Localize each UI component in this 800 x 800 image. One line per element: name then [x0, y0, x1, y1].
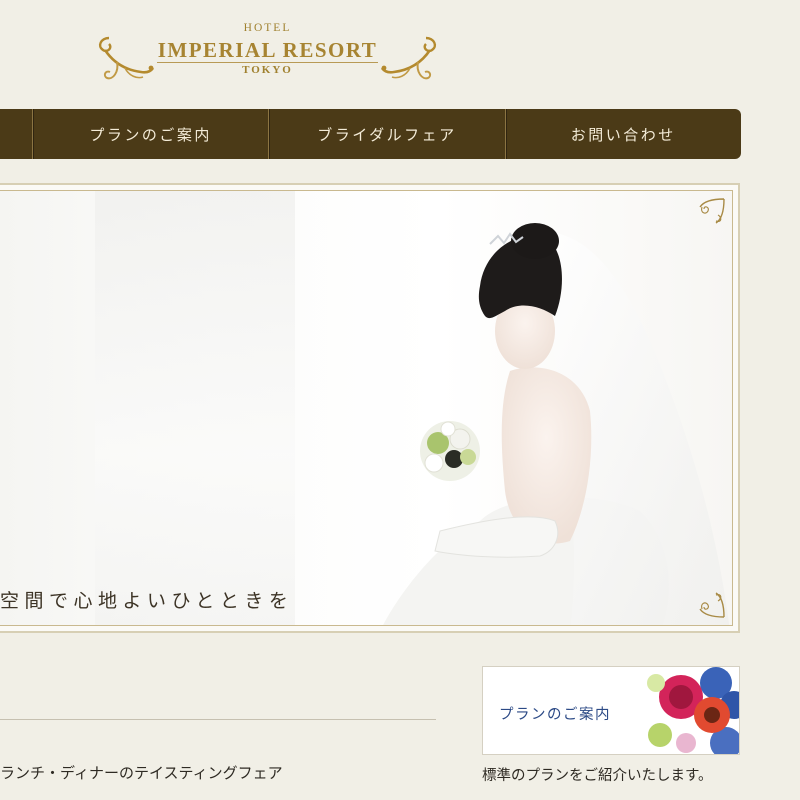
nav-item-bridal-fair[interactable]: ブライダルフェア — [269, 109, 504, 159]
ornament-corner-icon — [699, 592, 725, 618]
nav-item-plans[interactable]: プランのご案内 — [33, 109, 268, 159]
section-divider — [0, 719, 436, 720]
ornament-corner-icon — [699, 198, 725, 224]
hero-caption: 空間で心地よいひとときを — [0, 590, 294, 612]
nav-item-partial[interactable] — [0, 109, 32, 159]
plan-banner[interactable]: プランのご案内 — [482, 666, 740, 755]
plan-description: 標準のプランをご紹介いたします。 — [482, 768, 713, 784]
logo-rule — [157, 62, 378, 63]
plan-banner-label: プランのご案内 — [499, 707, 611, 723]
main-nav: プランのご案内 ブライダルフェア お問い合わせ — [0, 109, 741, 159]
nav-item-contact[interactable]: お問い合わせ — [506, 109, 741, 159]
hero-slideshow[interactable]: 空間で心地よいひとときを — [0, 183, 740, 633]
hotel-logo[interactable]: HOTEL IMPERIAL RESORT TOKYO — [95, 18, 440, 88]
hero-background-window — [95, 191, 295, 625]
nav-item-label: お問い合わせ — [570, 125, 676, 144]
bouquet — [420, 421, 480, 481]
fair-link[interactable]: ランチ・ディナーのテイスティングフェア — [0, 762, 283, 783]
gold-scroll-ornament-icon — [380, 36, 437, 80]
nav-item-label: ブライダルフェア — [317, 125, 457, 144]
hero-image-area: 空間で心地よいひとときを — [0, 190, 733, 626]
nav-item-label: プランのご案内 — [89, 125, 212, 144]
flower-bouquet-image — [646, 667, 739, 754]
bride-photo — [383, 223, 730, 625]
